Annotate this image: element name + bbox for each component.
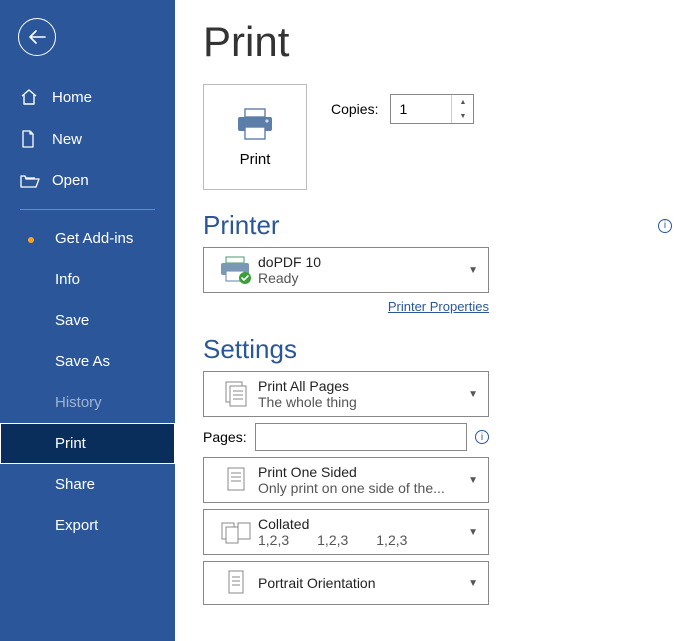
folder-open-icon xyxy=(20,173,40,189)
sidebar-item-label: New xyxy=(52,131,82,148)
copies-label: Copies: xyxy=(331,101,378,117)
section-settings-heading: Settings xyxy=(203,334,297,365)
printer-ready-icon xyxy=(214,255,258,285)
arrow-left-icon xyxy=(28,30,46,44)
printer-icon xyxy=(235,107,275,141)
sides-title: Print One Sided xyxy=(258,464,462,480)
document-icon xyxy=(20,130,40,148)
pages-stack-icon xyxy=(214,379,258,409)
print-range-select[interactable]: Print All Pages The whole thing ▼ xyxy=(203,371,489,417)
collate-title: Collated xyxy=(258,516,462,532)
chevron-down-icon: ▼ xyxy=(462,389,478,400)
sidebar-item-save[interactable]: Save xyxy=(0,300,175,341)
single-page-icon xyxy=(214,465,258,495)
copies-input[interactable] xyxy=(391,95,451,123)
copies-decrement[interactable]: ▼ xyxy=(452,109,473,123)
collate-sub: 1,2,3 1,2,3 1,2,3 xyxy=(258,532,462,548)
sidebar-item-label: Save As xyxy=(55,353,110,370)
pages-info-icon[interactable]: i xyxy=(475,430,489,444)
sidebar-item-home[interactable]: Home xyxy=(0,76,175,118)
page-title: Print xyxy=(203,18,672,66)
sidebar-item-label: Save xyxy=(55,312,89,329)
home-icon xyxy=(20,88,40,106)
printer-select[interactable]: doPDF 10 Ready ▼ xyxy=(203,247,489,293)
main-content: Print Print Copies: ▲ ▼ Printer i xyxy=(175,0,700,641)
sidebar-item-label: Info xyxy=(55,271,80,288)
sidebar-item-get-addins[interactable]: Get Add-ins xyxy=(0,218,175,259)
pages-label: Pages: xyxy=(203,429,247,445)
orientation-title: Portrait Orientation xyxy=(258,575,462,591)
sidebar-item-open[interactable]: Open xyxy=(0,160,175,201)
collate-select[interactable]: Collated 1,2,3 1,2,3 1,2,3 ▼ xyxy=(203,509,489,555)
print-range-sub: The whole thing xyxy=(258,394,462,410)
sidebar-item-save-as[interactable]: Save As xyxy=(0,341,175,382)
sidebar-item-new[interactable]: New xyxy=(0,118,175,160)
sides-select[interactable]: Print One Sided Only print on one side o… xyxy=(203,457,489,503)
sidebar-item-history: History xyxy=(0,382,175,423)
sidebar: Home New Open Get Add-ins Info Save Save… xyxy=(0,0,175,641)
chevron-down-icon: ▼ xyxy=(462,265,478,276)
printer-info-icon[interactable]: i xyxy=(658,219,672,233)
sides-sub: Only print on one side of the... xyxy=(258,480,462,496)
sidebar-separator xyxy=(20,209,155,210)
printer-properties-link[interactable]: Printer Properties xyxy=(203,299,489,314)
orientation-select[interactable]: Portrait Orientation ▼ xyxy=(203,561,489,605)
sidebar-item-info[interactable]: Info xyxy=(0,259,175,300)
print-range-title: Print All Pages xyxy=(258,378,462,394)
portrait-icon xyxy=(214,568,258,598)
sidebar-item-export[interactable]: Export xyxy=(0,505,175,546)
pages-input[interactable] xyxy=(255,423,467,451)
sidebar-item-label: Get Add-ins xyxy=(55,230,133,247)
print-button-label: Print xyxy=(240,151,271,168)
chevron-down-icon: ▼ xyxy=(462,475,478,486)
sidebar-item-label: History xyxy=(55,394,102,411)
sidebar-item-label: Open xyxy=(52,172,89,189)
printer-name: doPDF 10 xyxy=(258,254,462,270)
sidebar-item-label: Export xyxy=(55,517,98,534)
print-button[interactable]: Print xyxy=(203,84,307,190)
sidebar-item-label: Print xyxy=(55,435,86,452)
copies-increment[interactable]: ▲ xyxy=(452,95,473,109)
back-button[interactable] xyxy=(18,18,56,56)
section-printer-heading: Printer xyxy=(203,210,280,241)
collate-icon xyxy=(214,518,258,546)
chevron-down-icon: ▼ xyxy=(462,527,478,538)
sidebar-item-share[interactable]: Share xyxy=(0,464,175,505)
copies-spinner[interactable]: ▲ ▼ xyxy=(390,94,474,124)
printer-status: Ready xyxy=(258,270,462,286)
sidebar-item-label: Home xyxy=(52,89,92,106)
sidebar-item-print[interactable]: Print xyxy=(0,423,175,464)
chevron-down-icon: ▼ xyxy=(462,578,478,589)
notification-dot-icon xyxy=(28,237,34,243)
sidebar-item-label: Share xyxy=(55,476,95,493)
